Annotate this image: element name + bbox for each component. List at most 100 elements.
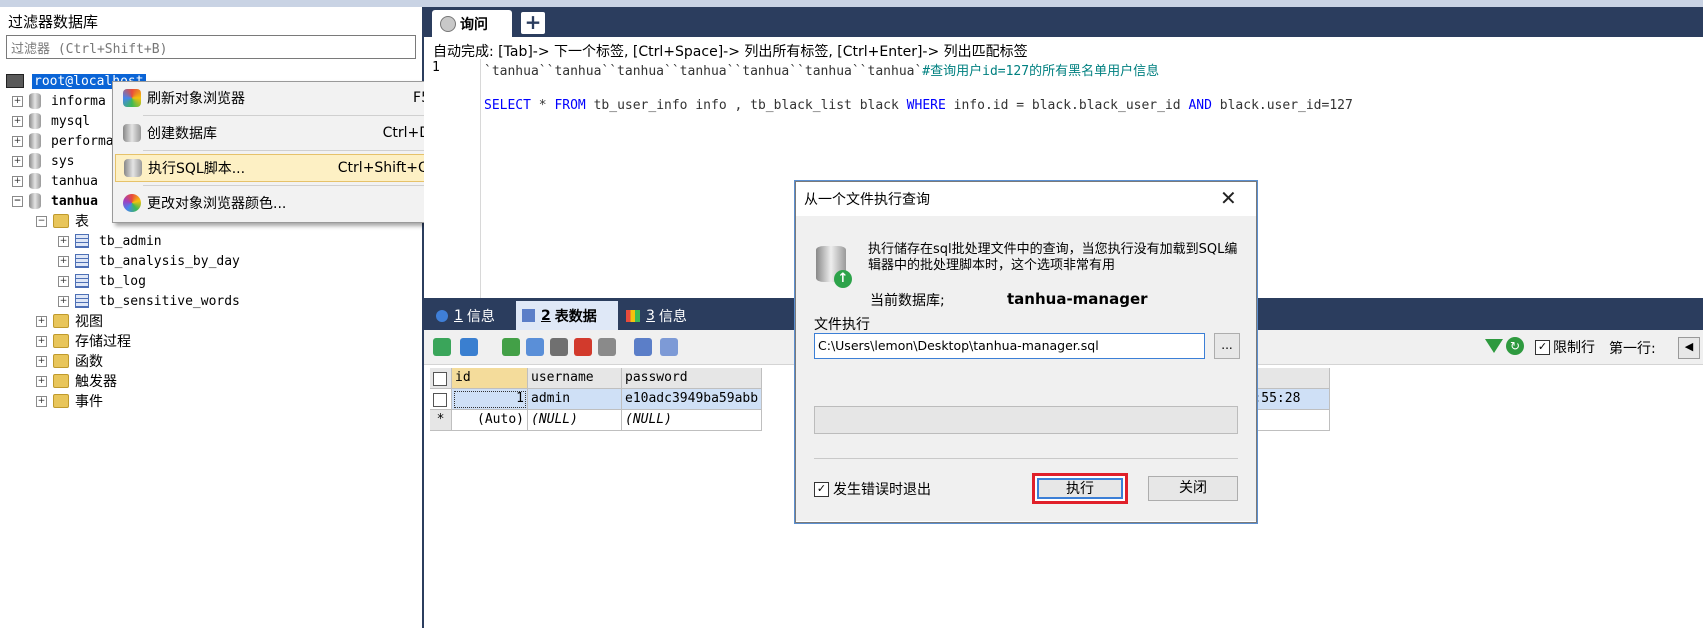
tree-item-db-1[interactable]: + mysql <box>12 111 90 131</box>
tree-folder-procedures[interactable]: + 存储过程 <box>36 331 131 351</box>
table-data-icon <box>522 309 535 322</box>
menu-separator <box>143 115 448 116</box>
tree-folder-tables[interactable]: − 表 <box>36 211 89 231</box>
tree-item-db-3[interactable]: + sys <box>12 151 74 171</box>
code-line-1[interactable]: `tanhua``tanhua``tanhua``tanhua``tanhua`… <box>484 60 1159 79</box>
delete-icon[interactable] <box>574 338 592 356</box>
expand-icon[interactable]: + <box>12 95 23 107</box>
query-tab-bar: 询问 + <box>424 7 1703 37</box>
refresh-icon[interactable]: ↻ <box>1506 337 1524 355</box>
tab-info-1[interactable]: 1 信息 <box>432 301 516 330</box>
column-header[interactable]: username <box>528 368 622 389</box>
tab-table-data[interactable]: 2 表数据 <box>516 301 618 330</box>
grid-view-icon[interactable] <box>634 338 652 356</box>
add-row-icon[interactable] <box>502 338 520 356</box>
new-tab-button[interactable]: + <box>521 12 545 34</box>
refresh-icon <box>123 89 141 107</box>
tree-folder-views[interactable]: + 视图 <box>36 311 103 331</box>
expand-icon[interactable]: + <box>58 255 69 267</box>
first-row-label: 第一行: <box>1609 341 1656 357</box>
collapse-icon[interactable]: − <box>36 215 47 227</box>
menu-item-create-db[interactable]: 创建数据库 Ctrl+D <box>115 119 448 147</box>
checkbox-icon: ✓ <box>814 481 829 497</box>
tree-folder-functions[interactable]: + 函数 <box>36 351 103 371</box>
menu-item-refresh[interactable]: 刷新对象浏览器 F5 <box>115 84 448 112</box>
tree-item-db-0[interactable]: + informa <box>12 91 106 111</box>
close-button[interactable]: 关闭 <box>1148 476 1238 501</box>
tab-info-3[interactable]: 3 信息 <box>622 301 706 330</box>
expand-icon[interactable]: + <box>58 275 69 287</box>
table-icon <box>75 254 89 268</box>
prev-page-button[interactable]: ◀ <box>1678 337 1700 359</box>
expand-icon[interactable]: + <box>58 295 69 307</box>
tree-table-0[interactable]: + tb_admin <box>58 231 162 251</box>
close-icon[interactable]: ✕ <box>1220 186 1237 210</box>
expand-icon[interactable]: + <box>12 155 23 167</box>
table-cell[interactable]: (Auto) <box>452 410 528 431</box>
database-icon <box>29 193 41 209</box>
tree-item-db-2[interactable]: + performa <box>12 131 114 151</box>
db-label: sys <box>51 153 75 169</box>
expand-icon[interactable]: + <box>12 175 23 187</box>
expand-icon[interactable]: + <box>36 335 47 347</box>
expand-icon[interactable]: + <box>12 135 23 147</box>
tree-table-1[interactable]: + tb_analysis_by_day <box>58 251 240 271</box>
menu-item-execute-sql-script[interactable]: 执行SQL脚本... Ctrl+Shift+Q <box>115 154 448 182</box>
tree-item-db-5[interactable]: − tanhua <box>12 191 98 211</box>
table-label: tb_admin <box>99 233 162 249</box>
db-label: tanhua <box>51 193 98 209</box>
table-cell[interactable]: (NULL) <box>622 410 762 431</box>
tree-table-2[interactable]: + tb_log <box>58 271 146 291</box>
menu-separator <box>143 185 448 186</box>
row-checkbox[interactable] <box>430 389 452 410</box>
dialog-title: 从一个文件执行查询 <box>804 192 930 208</box>
database-filter-input[interactable]: 过滤器 (Ctrl+Shift+B) <box>6 35 416 59</box>
table-label: tb_sensitive_words <box>99 293 240 309</box>
expand-icon[interactable]: + <box>36 355 47 367</box>
expand-icon[interactable]: + <box>36 375 47 387</box>
editor-gutter <box>424 59 481 299</box>
filter-icon[interactable] <box>1485 339 1503 353</box>
folder-icon <box>53 314 69 328</box>
file-path-input[interactable]: C:\Users\lemon\Desktop\tanhua-manager.sq… <box>814 333 1205 359</box>
tree-folder-triggers[interactable]: + 触发器 <box>36 371 117 391</box>
dialog-divider <box>814 458 1238 459</box>
text-view-icon[interactable] <box>660 338 678 356</box>
expand-icon[interactable]: + <box>58 235 69 247</box>
folder-label: 事件 <box>75 394 103 410</box>
column-header[interactable]: password <box>622 368 762 389</box>
expand-icon[interactable]: + <box>36 395 47 407</box>
table-cell[interactable]: (NULL) <box>528 410 622 431</box>
current-db-label: 当前数据库; <box>870 293 945 309</box>
execute-button[interactable]: 执行 <box>1037 478 1123 499</box>
tree-item-db-4[interactable]: + tanhua <box>12 171 98 191</box>
tab-query[interactable]: 询问 <box>432 10 512 37</box>
browse-button[interactable]: ... <box>1214 333 1240 359</box>
table-icon <box>75 234 89 248</box>
expand-icon[interactable]: + <box>12 115 23 127</box>
cancel-icon[interactable] <box>598 338 616 356</box>
column-header[interactable]: id <box>452 368 528 389</box>
database-icon <box>29 93 41 109</box>
tree-table-3[interactable]: + tb_sensitive_words <box>58 291 240 311</box>
select-all-checkbox[interactable] <box>430 368 452 389</box>
import-icon[interactable] <box>460 338 478 356</box>
db-label: mysql <box>51 113 91 129</box>
table-cell[interactable]: 1 <box>452 389 528 410</box>
duplicate-row-icon[interactable] <box>526 338 544 356</box>
code-line-2[interactable]: SELECT * FROM tb_user_info info , tb_bla… <box>484 98 1353 113</box>
table-cell[interactable]: e10adc3949ba59abb <box>622 389 762 410</box>
menu-item-change-color[interactable]: 更改对象浏览器颜色... <box>115 189 448 217</box>
export-icon[interactable] <box>433 338 451 356</box>
table-cell[interactable]: admin <box>528 389 622 410</box>
tree-folder-events[interactable]: + 事件 <box>36 391 103 411</box>
collapse-icon[interactable]: − <box>12 195 23 207</box>
table-label: tb_analysis_by_day <box>99 253 240 269</box>
expand-icon[interactable]: + <box>36 315 47 327</box>
folder-label: 视图 <box>75 314 103 330</box>
autocomplete-hint: 自动完成: [Tab]-> 下一个标签, [Ctrl+Space]-> 列出所有… <box>433 44 1028 60</box>
limit-rows-checkbox[interactable]: ✓ 限制行 <box>1535 337 1595 357</box>
save-icon[interactable] <box>550 338 568 356</box>
exit-on-error-checkbox[interactable]: ✓ 发生错误时退出 <box>814 479 931 499</box>
upload-arrow-icon: ↑ <box>834 270 852 288</box>
